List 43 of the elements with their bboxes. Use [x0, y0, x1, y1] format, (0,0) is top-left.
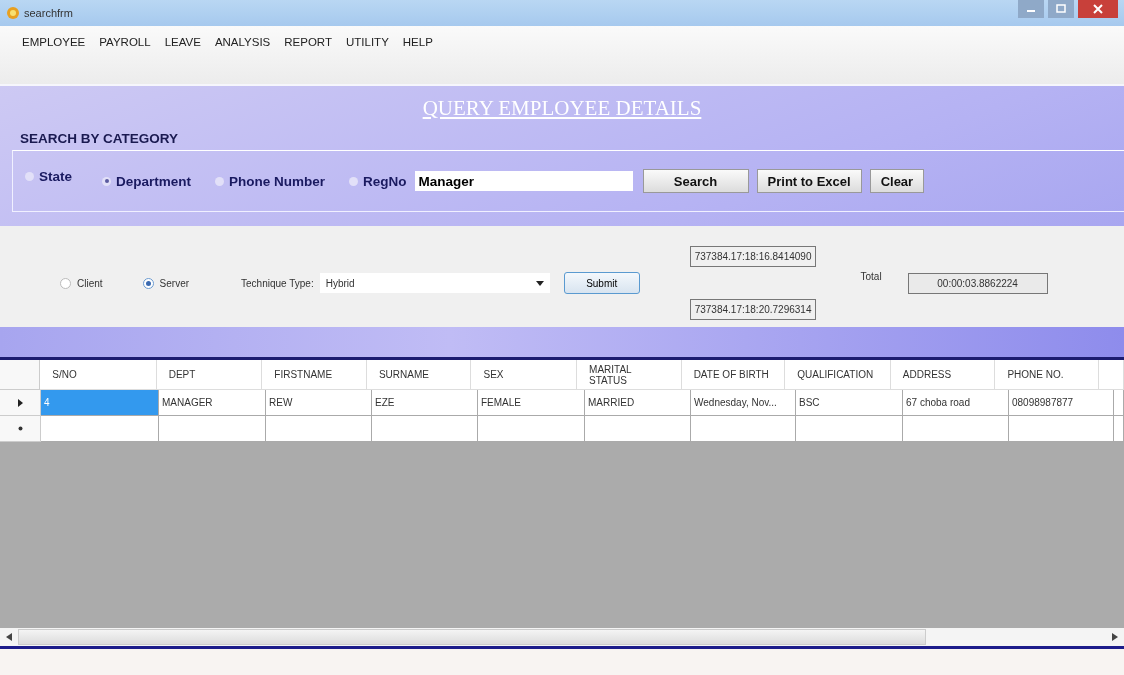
horizontal-scrollbar[interactable] — [0, 628, 1124, 646]
search-field[interactable]: Manager — [414, 171, 633, 191]
menu-item[interactable]: PAYROLL — [99, 36, 151, 48]
menu-item[interactable]: UTILITY — [346, 36, 389, 48]
minimize-button[interactable] — [1018, 0, 1044, 18]
mode-radio[interactable]: Client — [60, 277, 103, 289]
app-icon — [6, 6, 20, 20]
table-cell: 4 — [41, 390, 159, 416]
action-button[interactable]: Search — [642, 169, 749, 193]
scroll-thumb[interactable] — [18, 629, 926, 645]
category-radio[interactable]: Phone Number — [215, 173, 326, 189]
group-label: SEARCH BY CATEGORY — [20, 131, 180, 146]
category-radio[interactable]: RegNo — [349, 173, 407, 189]
menu-item[interactable]: HELP — [402, 36, 433, 48]
category-radio[interactable]: State — [25, 168, 72, 184]
window-title: searchfrm — [24, 7, 73, 19]
menu-item[interactable]: ANALYSIS — [214, 36, 271, 48]
maximize-button[interactable] — [1048, 0, 1074, 18]
submit-button[interactable]: Submit — [563, 272, 640, 294]
close-button[interactable] — [1078, 0, 1118, 18]
scroll-right-icon — [1112, 633, 1118, 641]
mode-radio[interactable]: Server — [142, 277, 190, 289]
start-time-field: 737384.17:18:16.8414090 — [689, 246, 817, 267]
total-time-field: 00:00:03.8862224 — [907, 272, 1048, 294]
row-header-cell[interactable] — [0, 390, 41, 416]
menu-item[interactable]: REPORT — [284, 36, 332, 48]
technique-type-label: Technique Type: — [241, 277, 314, 289]
action-button[interactable]: Clear — [869, 169, 925, 193]
menu-item[interactable]: EMPLOYEE — [22, 36, 86, 48]
form-title: QUERY EMPLOYEE DETAILS — [421, 96, 703, 121]
category-radio[interactable]: Department — [102, 173, 192, 189]
close-icon — [1093, 4, 1103, 14]
menu-item[interactable]: LEAVE — [164, 36, 201, 48]
end-time-field: 737384.17:18:20.7296314 — [689, 299, 817, 320]
total-label: Total — [860, 270, 882, 282]
technique-type-dropdown[interactable]: Hybrid — [319, 273, 550, 293]
action-button[interactable]: Print to Excel — [756, 169, 862, 193]
scroll-left-icon — [6, 633, 12, 641]
maximize-icon — [1056, 4, 1066, 14]
new-row-icon — [17, 426, 23, 431]
current-row-icon — [17, 398, 23, 407]
row-header-cell[interactable] — [0, 416, 41, 442]
dropdown-caret-icon — [535, 280, 544, 286]
